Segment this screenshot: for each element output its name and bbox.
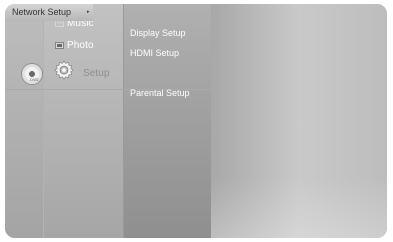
- submenu-panel: [123, 4, 212, 238]
- submenu-item-hdmi-setup[interactable]: HDMI Setup: [130, 48, 179, 58]
- photo-icon: [55, 42, 64, 49]
- gear-icon[interactable]: [53, 60, 75, 82]
- menu-item-photo[interactable]: Photo: [67, 40, 94, 51]
- submenu-item-label: Network Setup: [12, 7, 72, 17]
- content-panel: [211, 4, 387, 238]
- disc-column: [5, 4, 43, 238]
- menu-item-setup[interactable]: Setup: [83, 68, 110, 79]
- submenu-item-display-setup[interactable]: Display Setup: [130, 28, 186, 38]
- submenu-item-parental-setup[interactable]: Parental Setup: [130, 88, 190, 98]
- disc-label: DVD: [30, 77, 39, 82]
- tv-screen: DVD Music Photo Setup Display Setup HDMI…: [5, 4, 387, 238]
- submenu-item-network-setup[interactable]: Network Setup ▸: [5, 4, 93, 21]
- arrow-right-icon: ▸: [87, 9, 90, 15]
- disc-icon: DVD: [22, 64, 42, 84]
